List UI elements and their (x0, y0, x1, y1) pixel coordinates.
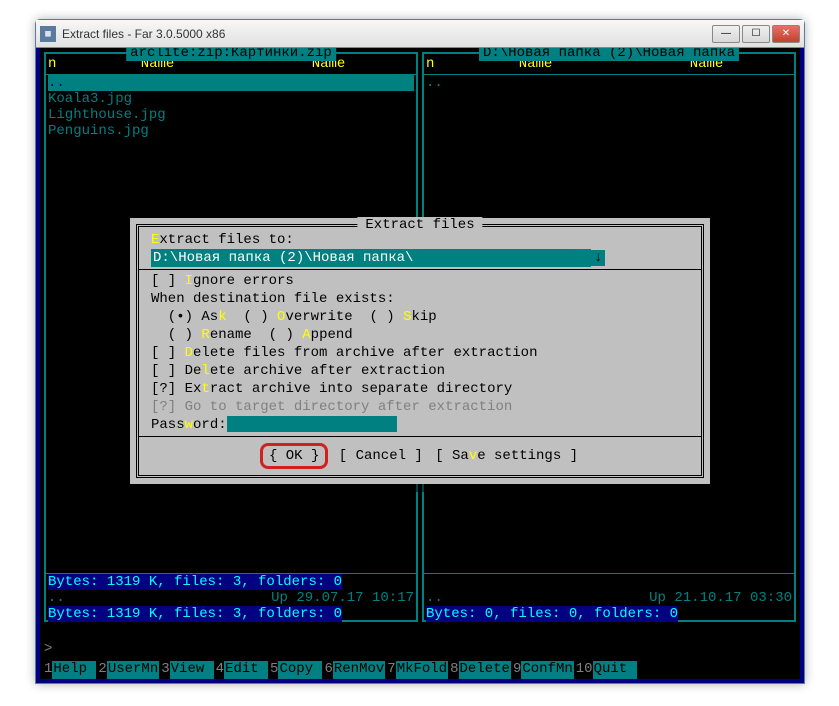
right-panel-body: .. (424, 75, 794, 91)
key-num: 5 (270, 661, 278, 679)
separator (139, 436, 701, 437)
goto-target-checkbox: [?] Go to target directory after extract… (151, 398, 689, 416)
app-window: ▦ Extract files - Far 3.0.5000 x86 — ☐ ✕… (35, 19, 805, 684)
dropdown-icon[interactable]: ↓ (591, 250, 605, 266)
list-item[interactable]: Lighthouse.jpg (48, 107, 414, 123)
footer-up: Up (271, 590, 288, 606)
footer-date: 29.07.17 10:17 (296, 590, 414, 606)
bytes-line: Bytes: 1319 K, files: 3, folders: 0 (44, 574, 418, 590)
list-item[interactable]: Koala3.jpg (48, 91, 414, 107)
app-icon: ▦ (40, 26, 56, 42)
footer-row: .. Up 21.10.17 03:30 (422, 590, 796, 606)
footer-updir: .. (48, 590, 65, 606)
ok-button[interactable]: { OK } (267, 448, 321, 464)
key-num: 6 (324, 661, 332, 679)
radio-ask[interactable]: (•) Ask (151, 309, 227, 325)
footer-date: 21.10.17 03:30 (674, 590, 792, 606)
bytes-line-empty (422, 574, 796, 590)
overwrite-radios-row2: ( ) Rename ( ) Append (151, 326, 689, 344)
command-line[interactable]: > (44, 641, 796, 657)
key-num: 2 (98, 661, 106, 679)
key-usermn[interactable]: UserMn (107, 661, 159, 679)
when-exists-label: When destination file exists: (151, 290, 689, 308)
key-mkfold[interactable]: MkFold (396, 661, 448, 679)
radio-skip[interactable]: ( ) Skip (353, 309, 437, 325)
left-panel-body: .. Koala3.jpg Lighthouse.jpg Penguins.jp… (46, 75, 416, 139)
console-area: arclite:zip:Картинки.zip n Name Name .. … (40, 48, 800, 679)
key-num: 10 (576, 661, 593, 679)
footer-up: Up (649, 590, 666, 606)
radio-overwrite[interactable]: ( ) Overwrite (227, 309, 353, 325)
col-n: n (426, 56, 450, 72)
key-num: 7 (387, 661, 395, 679)
window-buttons: — ☐ ✕ (712, 25, 800, 43)
dialog-buttons: { OK } [ Cancel ] [ Save settings ] (151, 439, 689, 471)
key-num: 9 (513, 661, 521, 679)
key-delete[interactable]: Delete (459, 661, 511, 679)
left-panel-title: arclite:zip:Картинки.zip (126, 48, 336, 61)
footer-row: .. Up 29.07.17 10:17 (44, 590, 418, 606)
key-copy[interactable]: Copy (278, 661, 322, 679)
dialog-frame: Extract files Extract files to: D:\Новая… (136, 224, 704, 478)
delete-files-checkbox[interactable]: [ ] Delete files from archive after extr… (151, 344, 689, 362)
key-view[interactable]: View (170, 661, 214, 679)
close-button[interactable]: ✕ (772, 25, 800, 43)
ignore-errors-checkbox[interactable]: [ ] Ignore errors (151, 272, 689, 290)
save-settings-button[interactable]: [ Save settings ] (433, 448, 580, 464)
right-panel-footer: .. Up 21.10.17 03:30 Bytes: 0, files: 0,… (422, 573, 796, 622)
key-num: 3 (161, 661, 169, 679)
key-num: 8 (450, 661, 458, 679)
key-confmn[interactable]: ConfMn (521, 661, 573, 679)
bytes-line2: Bytes: 1319 K, files: 3, folders: 0 (44, 606, 418, 622)
bytes-line2: Bytes: 0, files: 0, folders: 0 (422, 606, 796, 622)
key-edit[interactable]: Edit (224, 661, 268, 679)
extract-path-row: D:\Новая папка (2)\Новая папка\↓ (151, 249, 689, 267)
keybar: 1Help 2UserMn 3View 4Edit 5Copy 6RenMov … (40, 661, 800, 679)
left-panel-footer: Bytes: 1319 K, files: 3, folders: 0 .. U… (44, 573, 418, 622)
separator (139, 269, 701, 270)
password-input[interactable] (227, 416, 397, 432)
ok-highlight: { OK } (260, 443, 328, 469)
dialog-title: Extract files (357, 217, 482, 233)
password-row: Password: (151, 416, 689, 434)
key-num: 4 (216, 661, 224, 679)
key-help[interactable]: Help (52, 661, 96, 679)
overwrite-radios-row1: (•) Ask ( ) Overwrite ( ) Skip (151, 308, 689, 326)
radio-rename[interactable]: ( ) Rename (151, 327, 252, 343)
key-renmov[interactable]: RenMov (333, 661, 385, 679)
extract-to-label: Extract files to: (151, 231, 689, 249)
footer-updir: .. (426, 590, 443, 606)
window-title: Extract files - Far 3.0.5000 x86 (62, 27, 712, 41)
extract-path-input[interactable]: D:\Новая папка (2)\Новая папка\ (151, 249, 591, 267)
delete-archive-checkbox[interactable]: [ ] Delete archive after extraction (151, 362, 689, 380)
extract-dialog: Extract files Extract files to: D:\Новая… (130, 218, 710, 484)
radio-append[interactable]: ( ) Append (252, 327, 353, 343)
right-panel-title: D:\Новая папка (2)\Новая папка (479, 48, 739, 61)
key-quit[interactable]: Quit (593, 661, 637, 679)
key-num: 1 (44, 661, 52, 679)
list-item-updir[interactable]: .. (48, 75, 414, 91)
cancel-button[interactable]: [ Cancel ] (337, 448, 425, 464)
list-item-updir[interactable]: .. (426, 75, 792, 91)
list-item[interactable]: Penguins.jpg (48, 123, 414, 139)
maximize-button[interactable]: ☐ (742, 25, 770, 43)
separate-dir-checkbox[interactable]: [?] Extract archive into separate direct… (151, 380, 689, 398)
minimize-button[interactable]: — (712, 25, 740, 43)
titlebar: ▦ Extract files - Far 3.0.5000 x86 — ☐ ✕ (36, 20, 804, 48)
col-n: n (48, 56, 72, 72)
